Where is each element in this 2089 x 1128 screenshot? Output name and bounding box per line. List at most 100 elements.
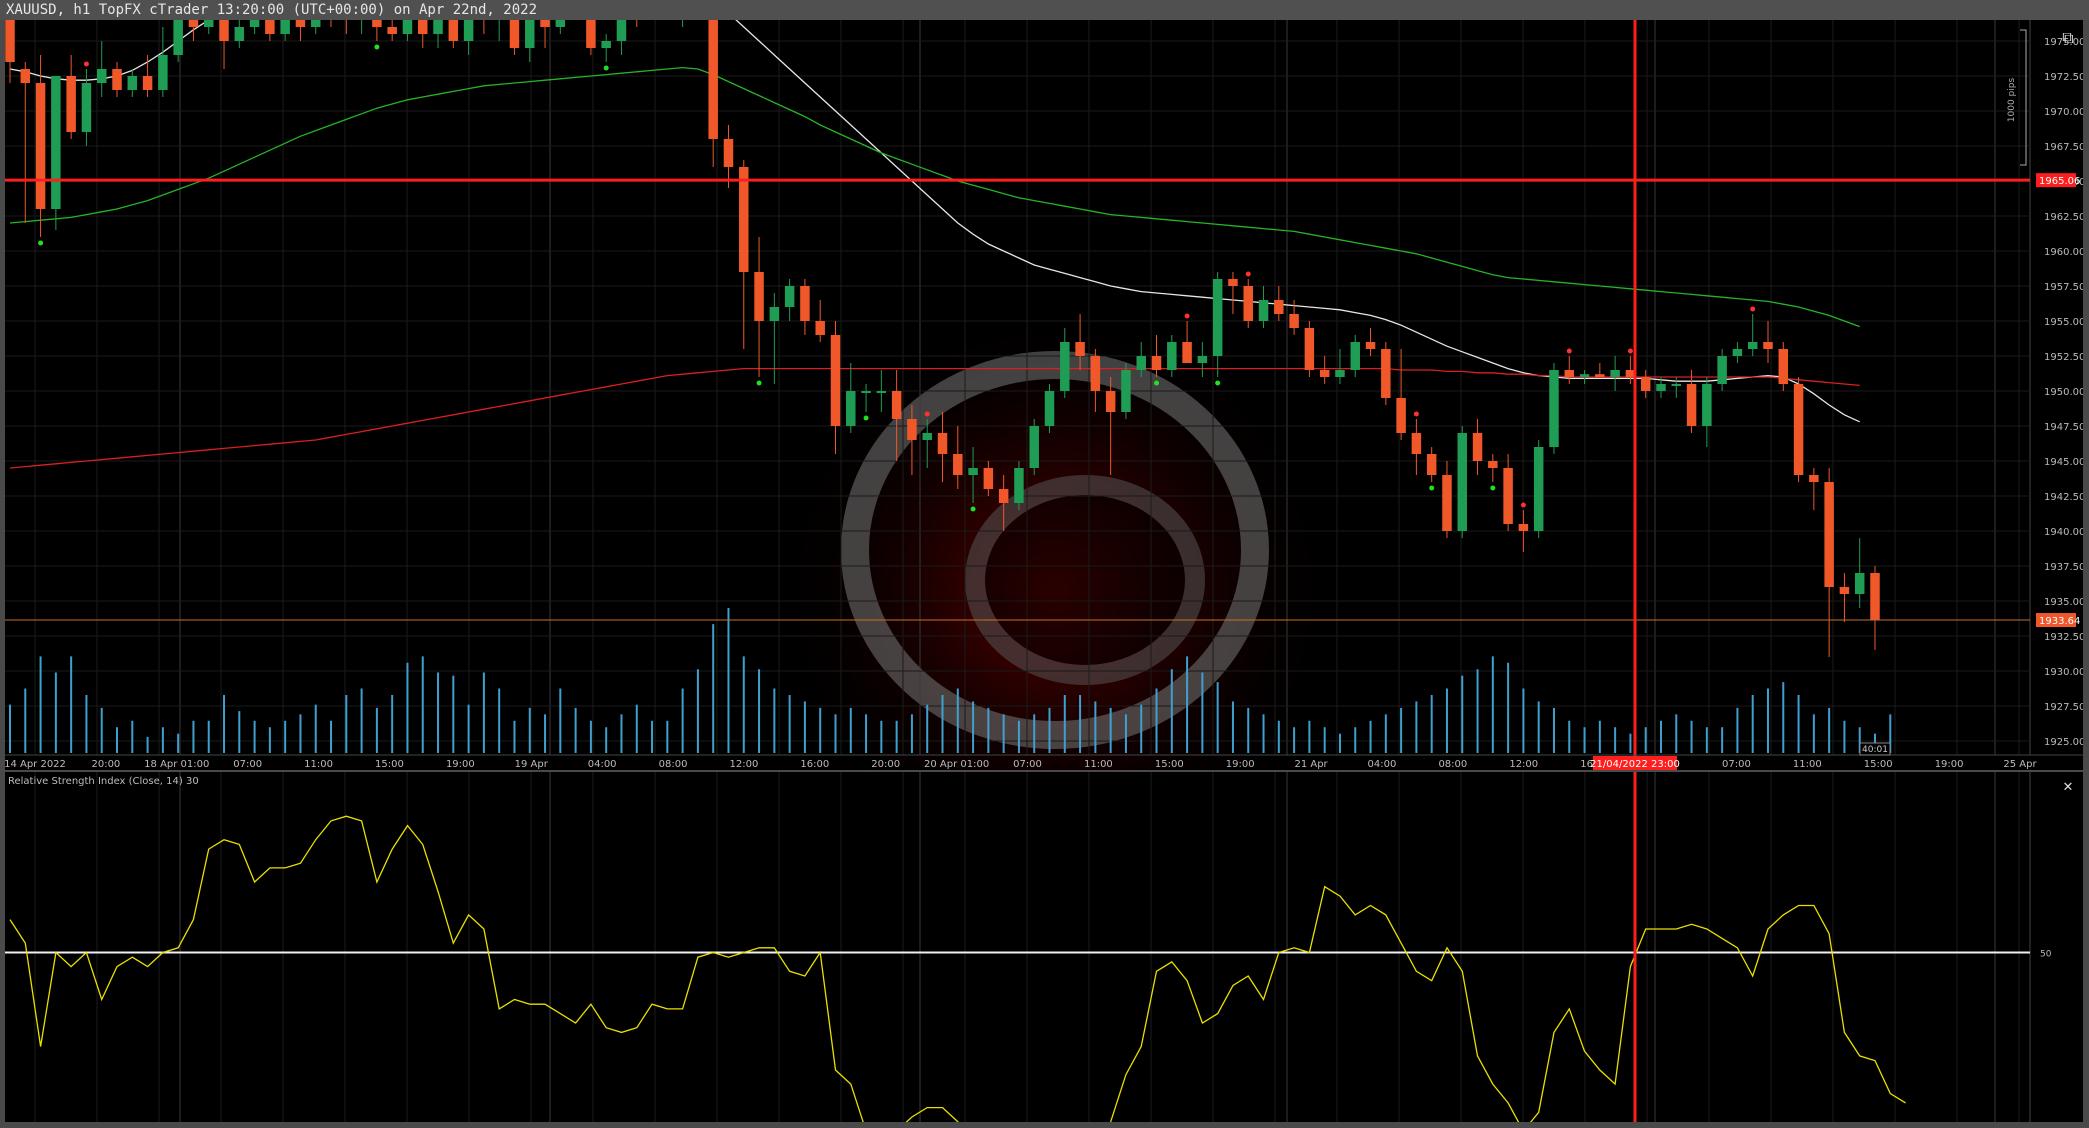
candle-bull [173,20,183,55]
candle-bear [1243,286,1253,321]
fractal-up-marker [1627,348,1633,354]
candle-bear [372,20,382,27]
price-tick-label: 1952.50 [2044,352,2083,363]
candle-bull [1258,300,1269,321]
time-tick-label: 04:00 [588,759,617,770]
candle-bull [249,20,260,27]
time-tick-label: 11:00 [304,759,333,770]
candle-bear [1426,454,1437,475]
fractal-up-marker [1520,502,1526,508]
price-tick-label: 1970.00 [2044,107,2083,118]
rsi-panel[interactable]: Relative Strength Index (Close, 14) 30 50… [5,772,2083,1122]
time-tick-label: 04:00 [1368,759,1397,770]
time-tick-label: 08:00 [1438,759,1467,770]
candle-bear [5,20,15,62]
fractal-up-marker [924,411,930,417]
candle-bear [586,20,596,48]
time-tick-label: 11:00 [1084,759,1113,770]
candle-bear [953,454,963,475]
candle-bear [815,321,825,335]
candle-bear [1442,475,1452,531]
candle-bull [1854,573,1865,594]
candle-bull [127,76,138,90]
candle-bear [1411,433,1422,454]
fractal-down-marker [863,415,869,421]
time-tick-label: 19:00 [1935,759,1964,770]
candle-bear [1274,300,1284,314]
fractal-down-marker [1215,380,1221,386]
candle-bull [1029,426,1039,468]
price-tick-label: 1927.50 [2044,702,2083,713]
candle-bear [1075,342,1085,356]
candle-bear [907,419,917,440]
candle-bear [20,69,31,83]
time-tick-label: 16:00 [800,759,829,770]
candle-bear [739,167,749,272]
time-tick-label: 19 Apr [515,759,549,770]
candle-bull [555,20,566,27]
candle-bear [188,20,199,27]
candle-bull [601,41,611,48]
price-tick-label: 1940.00 [2044,527,2083,538]
detach-icon[interactable]: ⧉ [2058,28,2078,48]
candle-bull [1167,342,1177,370]
time-tick-label: 19:00 [1226,759,1255,770]
fractal-down-marker [756,380,762,386]
candle-bull [1747,342,1758,349]
crosshair-price-label: 1965.06 [2039,176,2080,187]
fractal-up-marker [1245,271,1251,277]
candle-bear [1518,524,1529,531]
fractal-down-marker [1490,485,1496,491]
candle-bull [51,76,61,209]
candle-bear [1839,587,1850,594]
rsi-chart-svg[interactable]: Relative Strength Index (Close, 14) 30 50 [5,772,2083,1122]
candle-bear [1289,314,1299,328]
price-chart-panel[interactable]: 1975.001972.501970.001967.501965.001962.… [5,20,2083,770]
rsi-line [9,815,1906,1122]
candle-bull [1610,370,1620,377]
candle-bull [922,433,932,440]
price-tick-label: 1937.50 [2044,562,2083,573]
rsi-level-label: 50 [2040,950,2052,960]
ma-mid-line [9,66,1860,328]
candle-bull [1732,349,1743,356]
candle-bear [1105,391,1116,412]
candle-bear [1228,279,1238,286]
price-tick-label: 1972.50 [2044,72,2083,83]
fractal-up-marker [1413,411,1419,417]
candle-bear [1365,342,1376,349]
candle-bear [219,20,229,41]
time-tick-label: 11:00 [1793,759,1822,770]
candle-bear [1396,398,1406,433]
last-price-label: 1933.64 [2039,616,2080,627]
candle-bull [1197,356,1208,363]
range-label: 1000 pips [2007,78,2017,123]
candle-bear [937,433,948,454]
fractal-down-marker [1429,485,1435,491]
fractal-down-marker [38,240,44,246]
time-tick-label: 07:00 [1013,759,1042,770]
time-tick-label: 14 Apr 2022 [5,759,66,770]
candle-bear [1778,349,1789,384]
candle-bull [1014,468,1024,503]
candle-bull [1060,342,1070,391]
time-tick-label: 20 Apr 01:00 [924,759,989,770]
price-chart-svg[interactable]: 1975.001972.501970.001967.501965.001962.… [5,20,2083,770]
candle-bear [540,20,550,27]
candle-bull [525,20,535,48]
candle-bull [1212,279,1223,356]
candle-bull [310,20,321,27]
candle-bear [66,76,76,132]
candle-bull [463,20,474,42]
candle-bull [1671,384,1682,386]
close-icon[interactable]: ✕ [2058,776,2078,796]
candle-bull [1350,342,1360,370]
candle-bear [891,391,902,419]
candle-bull [769,307,780,321]
candle-bull [280,20,290,34]
price-tick-label: 1957.50 [2044,282,2083,293]
price-tick-label: 1930.00 [2044,667,2083,678]
time-tick-label: 18 Apr 01:00 [144,759,209,770]
candle-bear [1182,342,1192,363]
candle-bear [295,20,306,27]
